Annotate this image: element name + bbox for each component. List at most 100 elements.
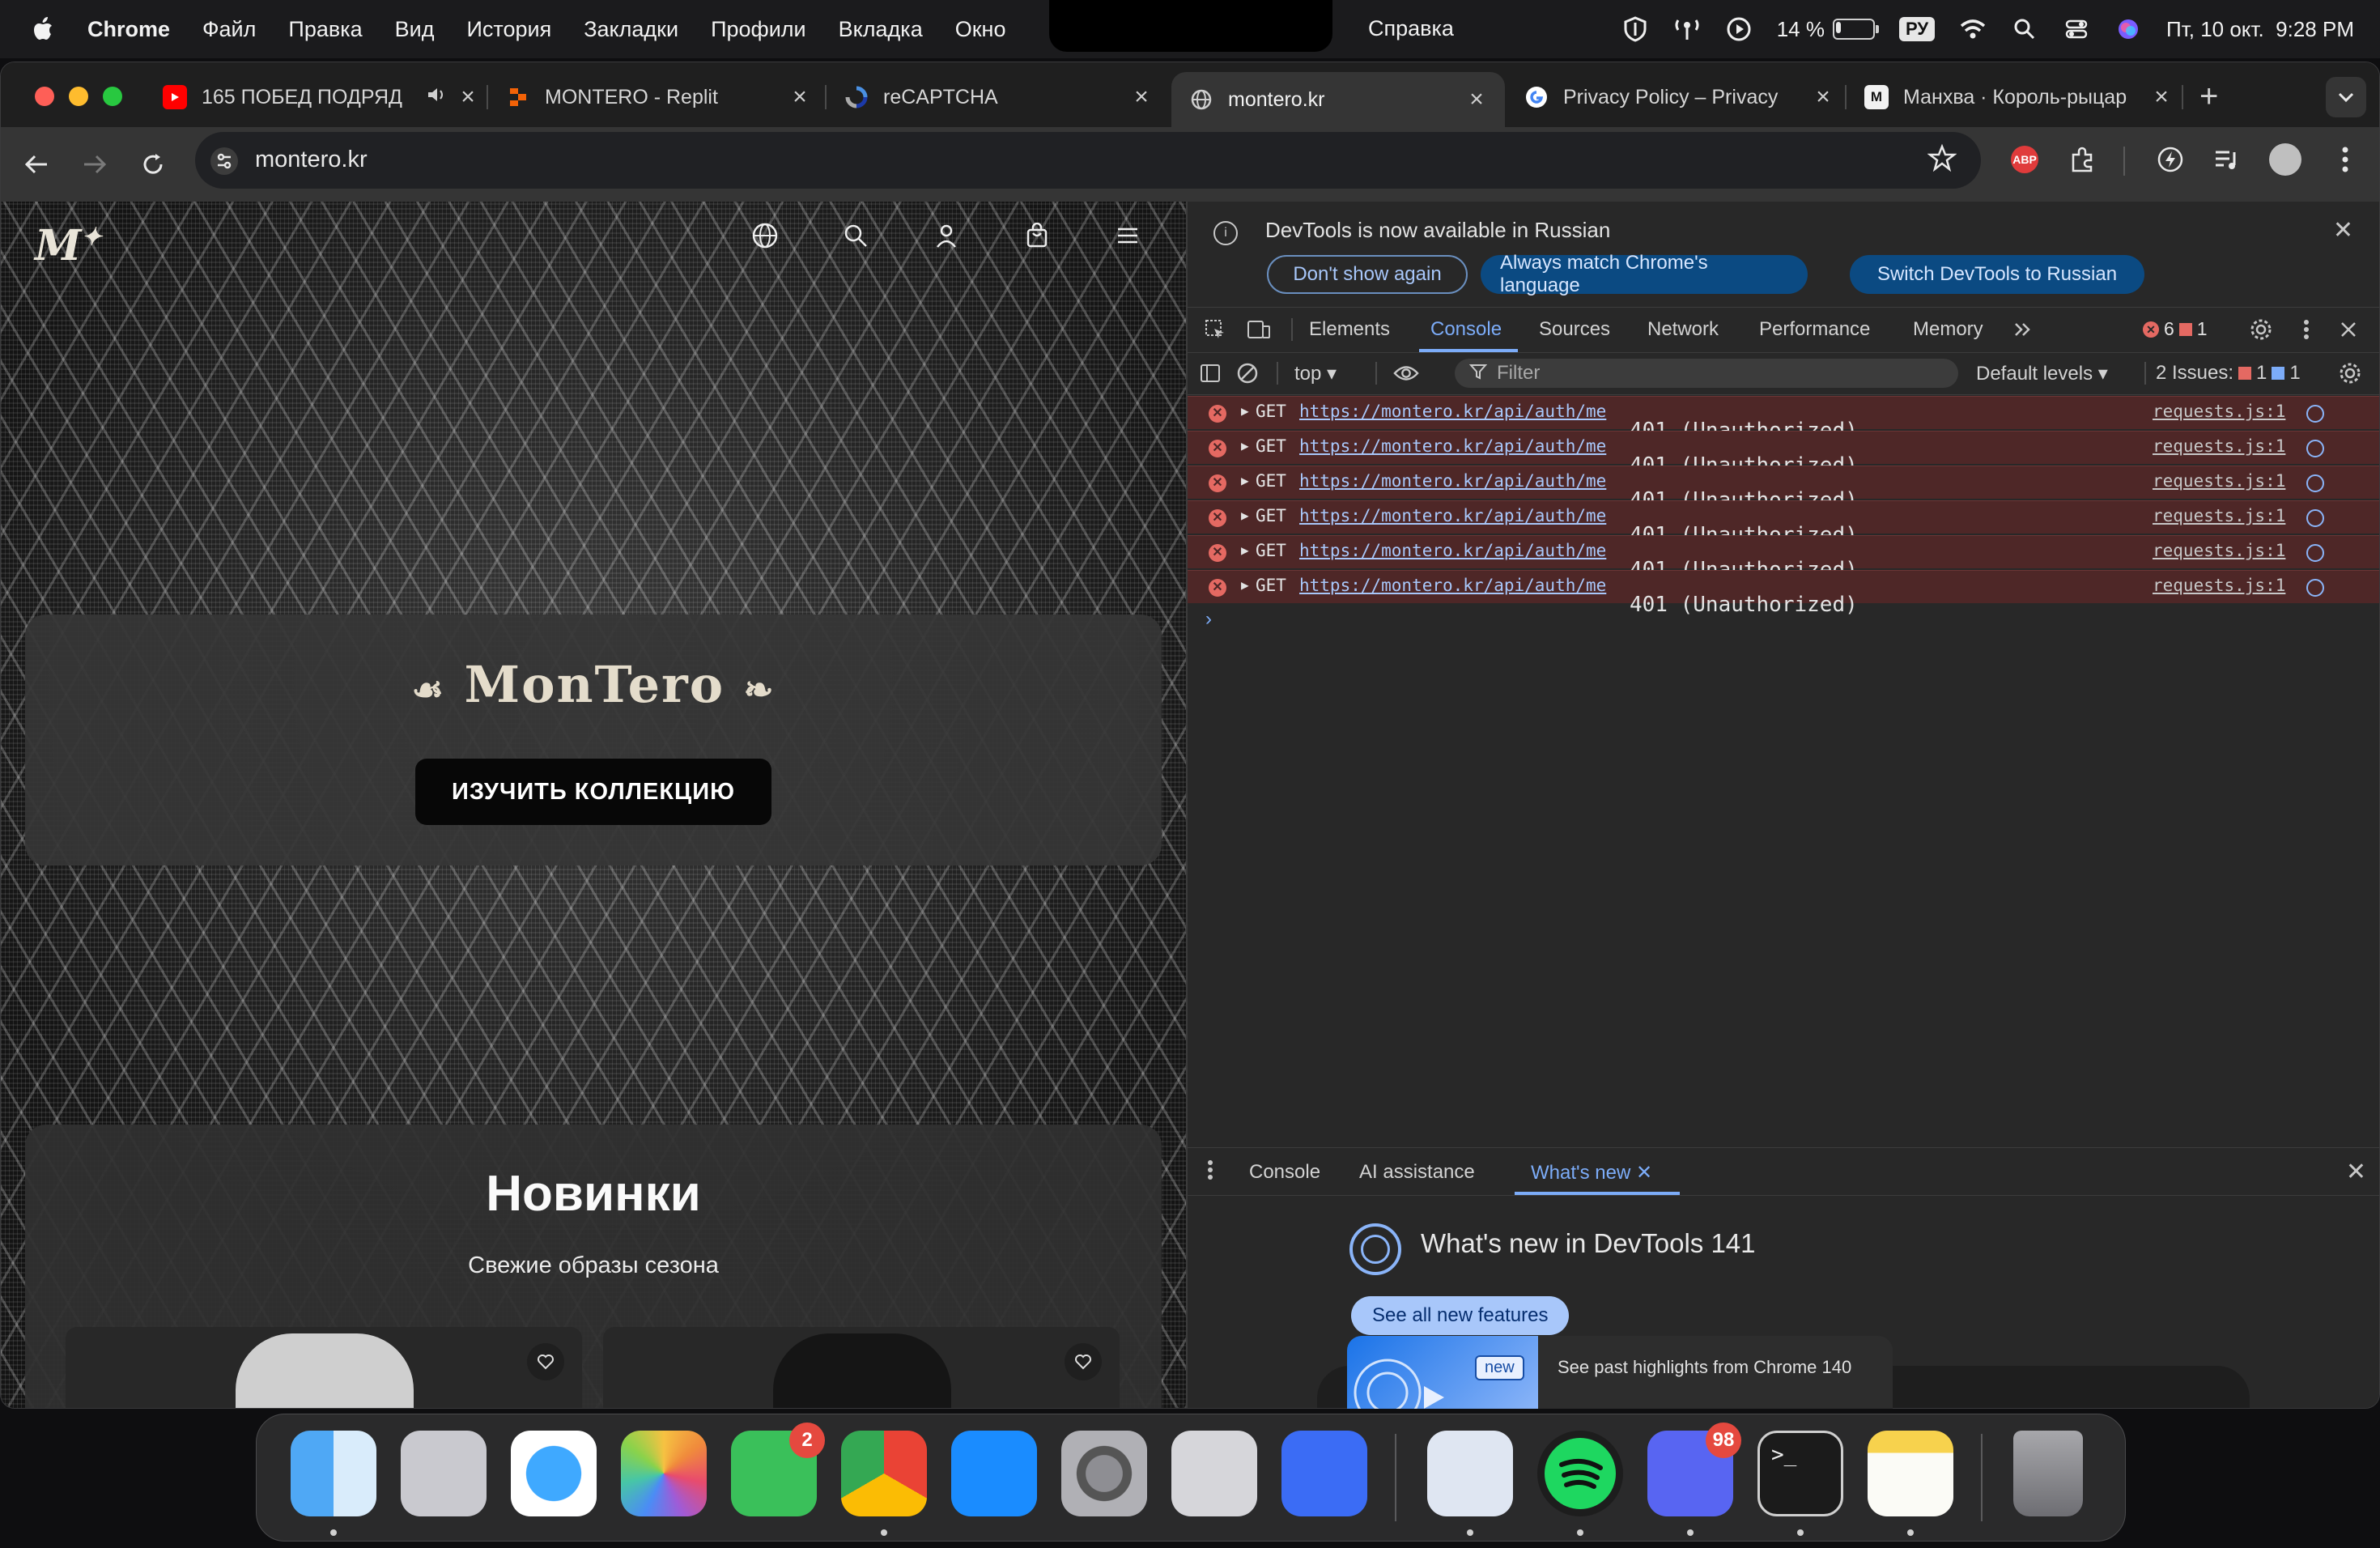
console-error-row[interactable]: ✕▶GEThttps://montero.kr/api/auth/me401 (… (1188, 466, 2379, 512)
clock-date-time[interactable]: Пт, 10 окт. 9:28 PM (2166, 17, 2354, 42)
input-source-badge[interactable]: РУ (1898, 17, 1936, 41)
zoom-window-button[interactable] (103, 87, 122, 106)
reload-icon[interactable] (134, 145, 172, 184)
extensions-puzzle-icon[interactable] (2067, 143, 2099, 176)
network-globe-icon[interactable] (2306, 509, 2324, 527)
tab-close-icon[interactable]: × (1131, 83, 1152, 111)
user-account-icon[interactable] (930, 219, 963, 252)
request-url-link[interactable]: https://montero.kr/api/auth/me (1299, 576, 1606, 595)
switch-to-russian-button[interactable]: Switch DevTools to Russian (1850, 255, 2144, 294)
tab-manhwa[interactable]: M Манхва · Король-рыцар × (1864, 72, 2172, 122)
play-icon[interactable] (1725, 15, 1753, 43)
issues-counter[interactable]: 2 Issues: 1 1 (2156, 362, 2301, 385)
tab-elements[interactable]: Elements (1309, 318, 1390, 341)
menu-bookmarks[interactable]: Закладки (584, 17, 678, 42)
shield-icon[interactable] (1621, 15, 1649, 43)
console-error-row[interactable]: ✕▶GEThttps://montero.kr/api/auth/me401 (… (1188, 431, 2379, 478)
menu-history[interactable]: История (466, 17, 551, 42)
menu-file[interactable]: Файл (202, 17, 256, 42)
network-globe-icon[interactable] (2306, 474, 2324, 492)
address-bar[interactable] (195, 132, 1981, 189)
spotlight-search-icon[interactable] (2011, 15, 2038, 43)
wifi-icon[interactable] (1959, 15, 1987, 43)
tab-sources[interactable]: Sources (1539, 318, 1610, 341)
tab-privacy-policy[interactable]: Privacy Policy – Privacy × (1524, 72, 1834, 122)
network-globe-icon[interactable] (2306, 544, 2324, 562)
source-location-link[interactable]: requests.js:1 (2153, 436, 2285, 456)
speaker-icon[interactable] (427, 86, 448, 109)
more-tabs-chevron-icon[interactable] (2010, 317, 2036, 342)
clear-console-icon[interactable] (1235, 360, 1260, 386)
address-url[interactable]: montero.kr (255, 147, 368, 173)
tab-close-icon[interactable]: × (789, 83, 810, 111)
close-window-button[interactable] (35, 87, 54, 106)
product-card[interactable] (603, 1327, 1120, 1408)
close-devtools-icon[interactable] (2335, 317, 2361, 342)
forward-arrow-icon[interactable] (75, 145, 114, 184)
tab-close-icon[interactable]: × (457, 83, 478, 111)
close-icon[interactable]: ✕ (2333, 216, 2353, 245)
device-toolbar-icon[interactable] (1246, 317, 1272, 342)
iphone-mirroring-icon[interactable] (1171, 1431, 1257, 1516)
control-center-icon[interactable] (2063, 15, 2090, 43)
site-logo[interactable]: M✦ (35, 221, 102, 270)
dont-show-again-button[interactable]: Don't show again (1267, 255, 1468, 294)
search-icon[interactable] (839, 219, 872, 252)
settings-gear-icon[interactable] (2248, 317, 2274, 342)
app-store-icon[interactable] (951, 1431, 1037, 1516)
network-globe-icon[interactable] (2306, 405, 2324, 423)
product-card[interactable] (66, 1327, 582, 1408)
menu-tab[interactable]: Вкладка (839, 17, 923, 42)
discord-icon[interactable]: 98 (1647, 1423, 1741, 1516)
tab-montero-active[interactable]: montero.kr × (1171, 72, 1505, 127)
expand-triangle-icon[interactable]: ▶ (1241, 508, 1249, 523)
drawer-tab-ai-assistance[interactable]: AI assistance (1359, 1161, 1475, 1184)
expand-triangle-icon[interactable]: ▶ (1241, 473, 1249, 488)
tab-recaptcha[interactable]: reCAPTCHA × (844, 72, 1152, 122)
media-controls-icon[interactable] (2211, 143, 2243, 176)
past-highlights-row[interactable]: new See past highlights from Chrome 140 (1347, 1336, 1893, 1409)
explore-collection-button[interactable]: ИЗУЧИТЬ КОЛЛЕКЦИЮ (415, 759, 771, 825)
bookmark-star-icon[interactable] (1927, 143, 1957, 176)
battery-status[interactable]: 14 % (1777, 17, 1879, 42)
adblock-plus-icon[interactable]: ABP (2008, 143, 2041, 176)
source-location-link[interactable]: requests.js:1 (2153, 541, 2285, 560)
site-info-tune-icon[interactable] (210, 147, 239, 176)
wishlist-heart-icon[interactable] (1065, 1343, 1102, 1380)
tab-close-icon[interactable]: × (1466, 86, 1487, 113)
tab-search-chevron-icon[interactable] (2326, 77, 2366, 117)
menu-profiles[interactable]: Профили (711, 17, 806, 42)
context-selector[interactable]: top ▾ (1294, 362, 1337, 385)
notes-icon[interactable] (1868, 1431, 1953, 1516)
tab-network[interactable]: Network (1647, 318, 1719, 341)
expand-triangle-icon[interactable]: ▶ (1241, 438, 1249, 453)
performance-bolt-icon[interactable] (2154, 143, 2187, 176)
sidebar-toggle-icon[interactable] (1197, 360, 1223, 386)
tab-memory[interactable]: Memory (1913, 318, 1983, 341)
network-globe-icon[interactable] (2306, 440, 2324, 457)
devtools-kebab-icon[interactable] (2293, 317, 2319, 342)
wishlist-heart-icon[interactable] (527, 1343, 564, 1380)
tab-youtube[interactable]: 165 ПОБЕД ПОДРЯД × (163, 72, 478, 122)
new-tab-plus-icon[interactable]: + (2199, 79, 2218, 115)
request-url-link[interactable]: https://montero.kr/api/auth/me (1299, 541, 1606, 560)
apple-menu-icon[interactable] (28, 13, 60, 45)
tab-close-icon[interactable]: × (1813, 83, 1834, 111)
request-url-link[interactable]: https://montero.kr/api/auth/me (1299, 471, 1606, 491)
console-error-row[interactable]: ✕▶GEThttps://montero.kr/api/auth/me401 (… (1188, 396, 2379, 443)
console-error-row[interactable]: ✕▶GEThttps://montero.kr/api/auth/me401 (… (1188, 500, 2379, 547)
drawer-tab-whats-new[interactable]: What's new ✕ (1531, 1161, 1652, 1184)
menu-edit[interactable]: Правка (288, 17, 362, 42)
close-tab-icon[interactable]: ✕ (1636, 1162, 1652, 1184)
close-drawer-icon[interactable]: ✕ (2346, 1158, 2366, 1186)
spotify-icon[interactable] (1537, 1431, 1623, 1516)
finder-icon[interactable] (291, 1431, 376, 1516)
drawer-menu-kebab-icon[interactable] (1207, 1159, 1213, 1186)
profile-avatar[interactable] (2269, 143, 2301, 176)
expand-triangle-icon[interactable]: ▶ (1241, 403, 1249, 419)
console-prompt-chevron-icon[interactable]: › (1205, 608, 1212, 631)
preview-icon[interactable] (1427, 1431, 1513, 1516)
menu-help[interactable]: Справка (1368, 16, 1454, 41)
tab-performance[interactable]: Performance (1759, 318, 1870, 341)
source-location-link[interactable]: requests.js:1 (2153, 471, 2285, 491)
